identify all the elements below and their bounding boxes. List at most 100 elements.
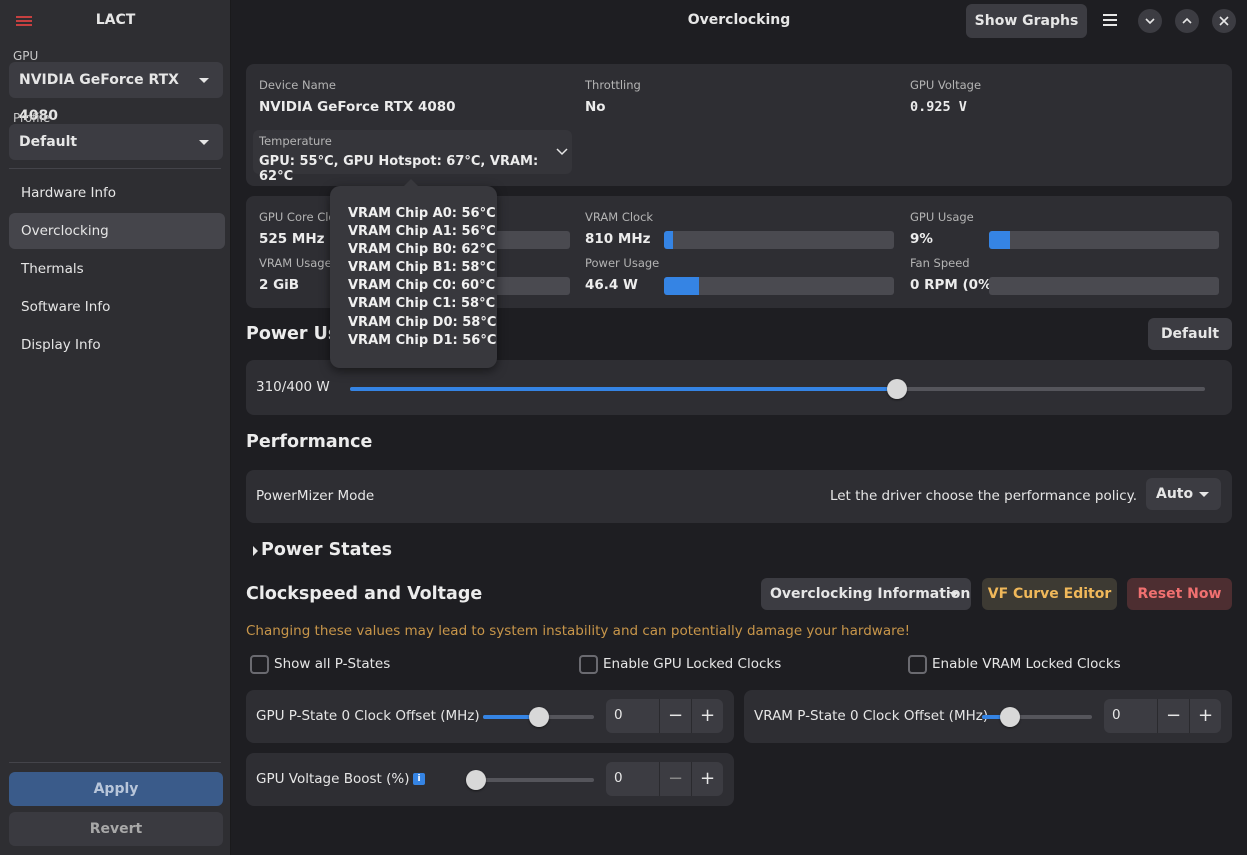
profile-select[interactable]: Default	[9, 124, 223, 160]
power-default-button[interactable]: Default	[1148, 318, 1232, 350]
gpu-clock-offset-slider[interactable]	[483, 707, 594, 727]
apply-button[interactable]: Apply	[9, 772, 223, 806]
chevron-down-icon	[556, 148, 568, 156]
fan-speed-bar	[989, 277, 1219, 295]
show-graphs-button[interactable]: Show Graphs	[966, 4, 1087, 38]
vram-clock-value: 810 MHz	[585, 231, 651, 247]
vram-clock-offset-label: VRAM P-State 0 Clock Offset (MHz)	[754, 708, 989, 724]
reset-now-button[interactable]: Reset Now	[1127, 578, 1232, 610]
fan-speed-label: Fan Speed	[910, 256, 970, 270]
sidebar: LACT GPU NVIDIA GeForce RTX 4080 Profile…	[0, 0, 231, 855]
gpu-voltage-label: GPU Voltage	[910, 78, 982, 92]
minimize-button[interactable]	[1138, 9, 1162, 33]
performance-title: Performance	[246, 432, 373, 452]
revert-button[interactable]: Revert	[9, 812, 223, 846]
chevron-down-icon	[199, 140, 209, 145]
device-info-card: Device Name NVIDIA GeForce RTX 4080 Thro…	[246, 64, 1232, 186]
power-usage-bar	[664, 277, 894, 295]
sidebar-item-overclocking[interactable]: Overclocking	[9, 213, 225, 249]
gpu-usage-label: GPU Usage	[910, 210, 974, 224]
vf-curve-editor-button[interactable]: VF Curve Editor	[982, 578, 1117, 610]
chevron-down-icon	[1145, 18, 1155, 25]
vram-chip-temp: VRAM Chip C1: 58°C	[348, 296, 496, 312]
vram-clock-bar	[664, 231, 894, 249]
vram-clock-offset-spinbox[interactable]: 0 − +	[1104, 699, 1221, 733]
gpu-clock-offset-card: GPU P-State 0 Clock Offset (MHz) 0 − +	[246, 690, 734, 743]
vram-usage-label: VRAM Usage:	[259, 256, 336, 270]
vram-usage-value: 2 GiB	[259, 277, 300, 293]
core-clock-value: 525 MHz	[259, 231, 325, 247]
power-limit-card: 310/400 W	[246, 360, 1232, 415]
close-icon	[1219, 16, 1229, 26]
device-name-value: NVIDIA GeForce RTX 4080	[259, 99, 456, 115]
power-limit-slider[interactable]	[350, 379, 1205, 399]
powermizer-select[interactable]: Auto	[1146, 478, 1221, 510]
plus-icon[interactable]: +	[691, 699, 723, 733]
voltage-boost-label: GPU Voltage Boost (%)	[256, 771, 410, 787]
voltage-boost-card: GPU Voltage Boost (%) i 0 − +	[246, 753, 734, 806]
sidebar-item-thermals[interactable]: Thermals	[9, 251, 225, 287]
gpu-clock-offset-slider-knob[interactable]	[528, 707, 549, 727]
clockspeed-voltage-title: Clockspeed and Voltage	[246, 584, 483, 604]
vram-chip-temp: VRAM Chip C0: 60°C	[348, 278, 496, 294]
vram-clock-bar-fill	[664, 231, 674, 249]
page-title: Overclocking	[687, 12, 791, 28]
vram-temperature-popover: VRAM Chip A0: 56°C VRAM Chip A1: 56°C VR…	[330, 179, 497, 368]
gpu-clock-offset-spinbox[interactable]: 0 − +	[606, 699, 723, 733]
powermizer-description: Let the driver choose the performance po…	[829, 488, 1137, 504]
powermizer-select-value: Auto	[1156, 486, 1194, 502]
chevron-down-icon	[949, 592, 959, 597]
vram-chip-temp: VRAM Chip B0: 62°C	[348, 242, 496, 258]
vram-clock-offset-card: VRAM P-State 0 Clock Offset (MHz) 0 − +	[744, 690, 1232, 743]
voltage-boost-slider[interactable]	[466, 770, 594, 790]
power-limit-slider-knob[interactable]	[887, 379, 908, 399]
vram-clock-offset-value[interactable]: 0	[1112, 707, 1121, 723]
show-all-pstates-checkbox[interactable]	[250, 655, 269, 674]
vram-clock-offset-slider-knob[interactable]	[999, 707, 1020, 727]
plus-icon[interactable]: +	[1189, 699, 1221, 733]
app-title: LACT	[95, 12, 136, 28]
voltage-boost-value[interactable]: 0	[614, 770, 623, 786]
gpu-clock-offset-value[interactable]: 0	[614, 707, 623, 723]
chevron-right-icon	[253, 546, 258, 556]
chevron-down-icon	[199, 78, 209, 83]
chevron-up-icon	[1182, 17, 1192, 24]
enable-vram-locked-clocks-label: Enable VRAM Locked Clocks	[932, 656, 1121, 672]
gpu-usage-value: 9%	[910, 231, 933, 247]
voltage-boost-spinbox[interactable]: 0 − +	[606, 762, 723, 796]
hamburger-menu-icon[interactable]	[1103, 14, 1117, 26]
minus-icon[interactable]: −	[659, 699, 691, 733]
gpu-voltage-value: 0.925 V	[910, 99, 967, 115]
sidebar-divider	[9, 762, 221, 763]
enable-vram-locked-clocks-checkbox[interactable]	[908, 655, 927, 674]
gpu-usage-bar	[989, 231, 1219, 249]
plus-icon[interactable]: +	[691, 762, 723, 796]
profile-select-value: Default	[19, 134, 78, 150]
minus-icon[interactable]: −	[1157, 699, 1189, 733]
info-icon[interactable]: i	[413, 773, 425, 785]
gpu-usage-bar-fill	[989, 231, 1010, 249]
power-states-title: Power States	[261, 540, 393, 560]
show-all-pstates-label: Show all P-States	[274, 656, 391, 672]
close-button[interactable]	[1212, 9, 1236, 33]
minus-icon[interactable]: −	[659, 762, 691, 796]
enable-gpu-locked-clocks-checkbox[interactable]	[579, 655, 598, 674]
gpu-select[interactable]: NVIDIA GeForce RTX 4080	[9, 62, 223, 124]
sidebar-item-display-info[interactable]: Display Info	[9, 327, 225, 363]
vram-chip-temp: VRAM Chip A1: 56°C	[348, 224, 496, 240]
temperature-expander[interactable]: Temperature GPU: 55°C, GPU Hotspot: 67°C…	[253, 130, 572, 184]
overclocking-information-dropdown[interactable]: Overclocking Information	[761, 578, 971, 610]
sidebar-item-hardware-info[interactable]: Hardware Info	[9, 175, 225, 211]
enable-gpu-locked-clocks-label: Enable GPU Locked Clocks	[603, 656, 782, 672]
throttling-label: Throttling	[585, 78, 641, 92]
gpu-label: GPU	[13, 49, 39, 63]
maximize-button[interactable]	[1175, 9, 1199, 33]
vram-clock-offset-slider[interactable]	[982, 707, 1092, 727]
vram-chip-temp: VRAM Chip B1: 58°C	[348, 260, 496, 276]
overclocking-information-label: Overclocking Information	[770, 586, 971, 602]
sidebar-divider	[9, 168, 221, 169]
sidebar-item-software-info[interactable]: Software Info	[9, 289, 225, 325]
vram-chip-temp: VRAM Chip A0: 56°C	[348, 206, 496, 221]
throttling-value: No	[585, 99, 606, 115]
voltage-boost-slider-knob[interactable]	[466, 770, 486, 790]
